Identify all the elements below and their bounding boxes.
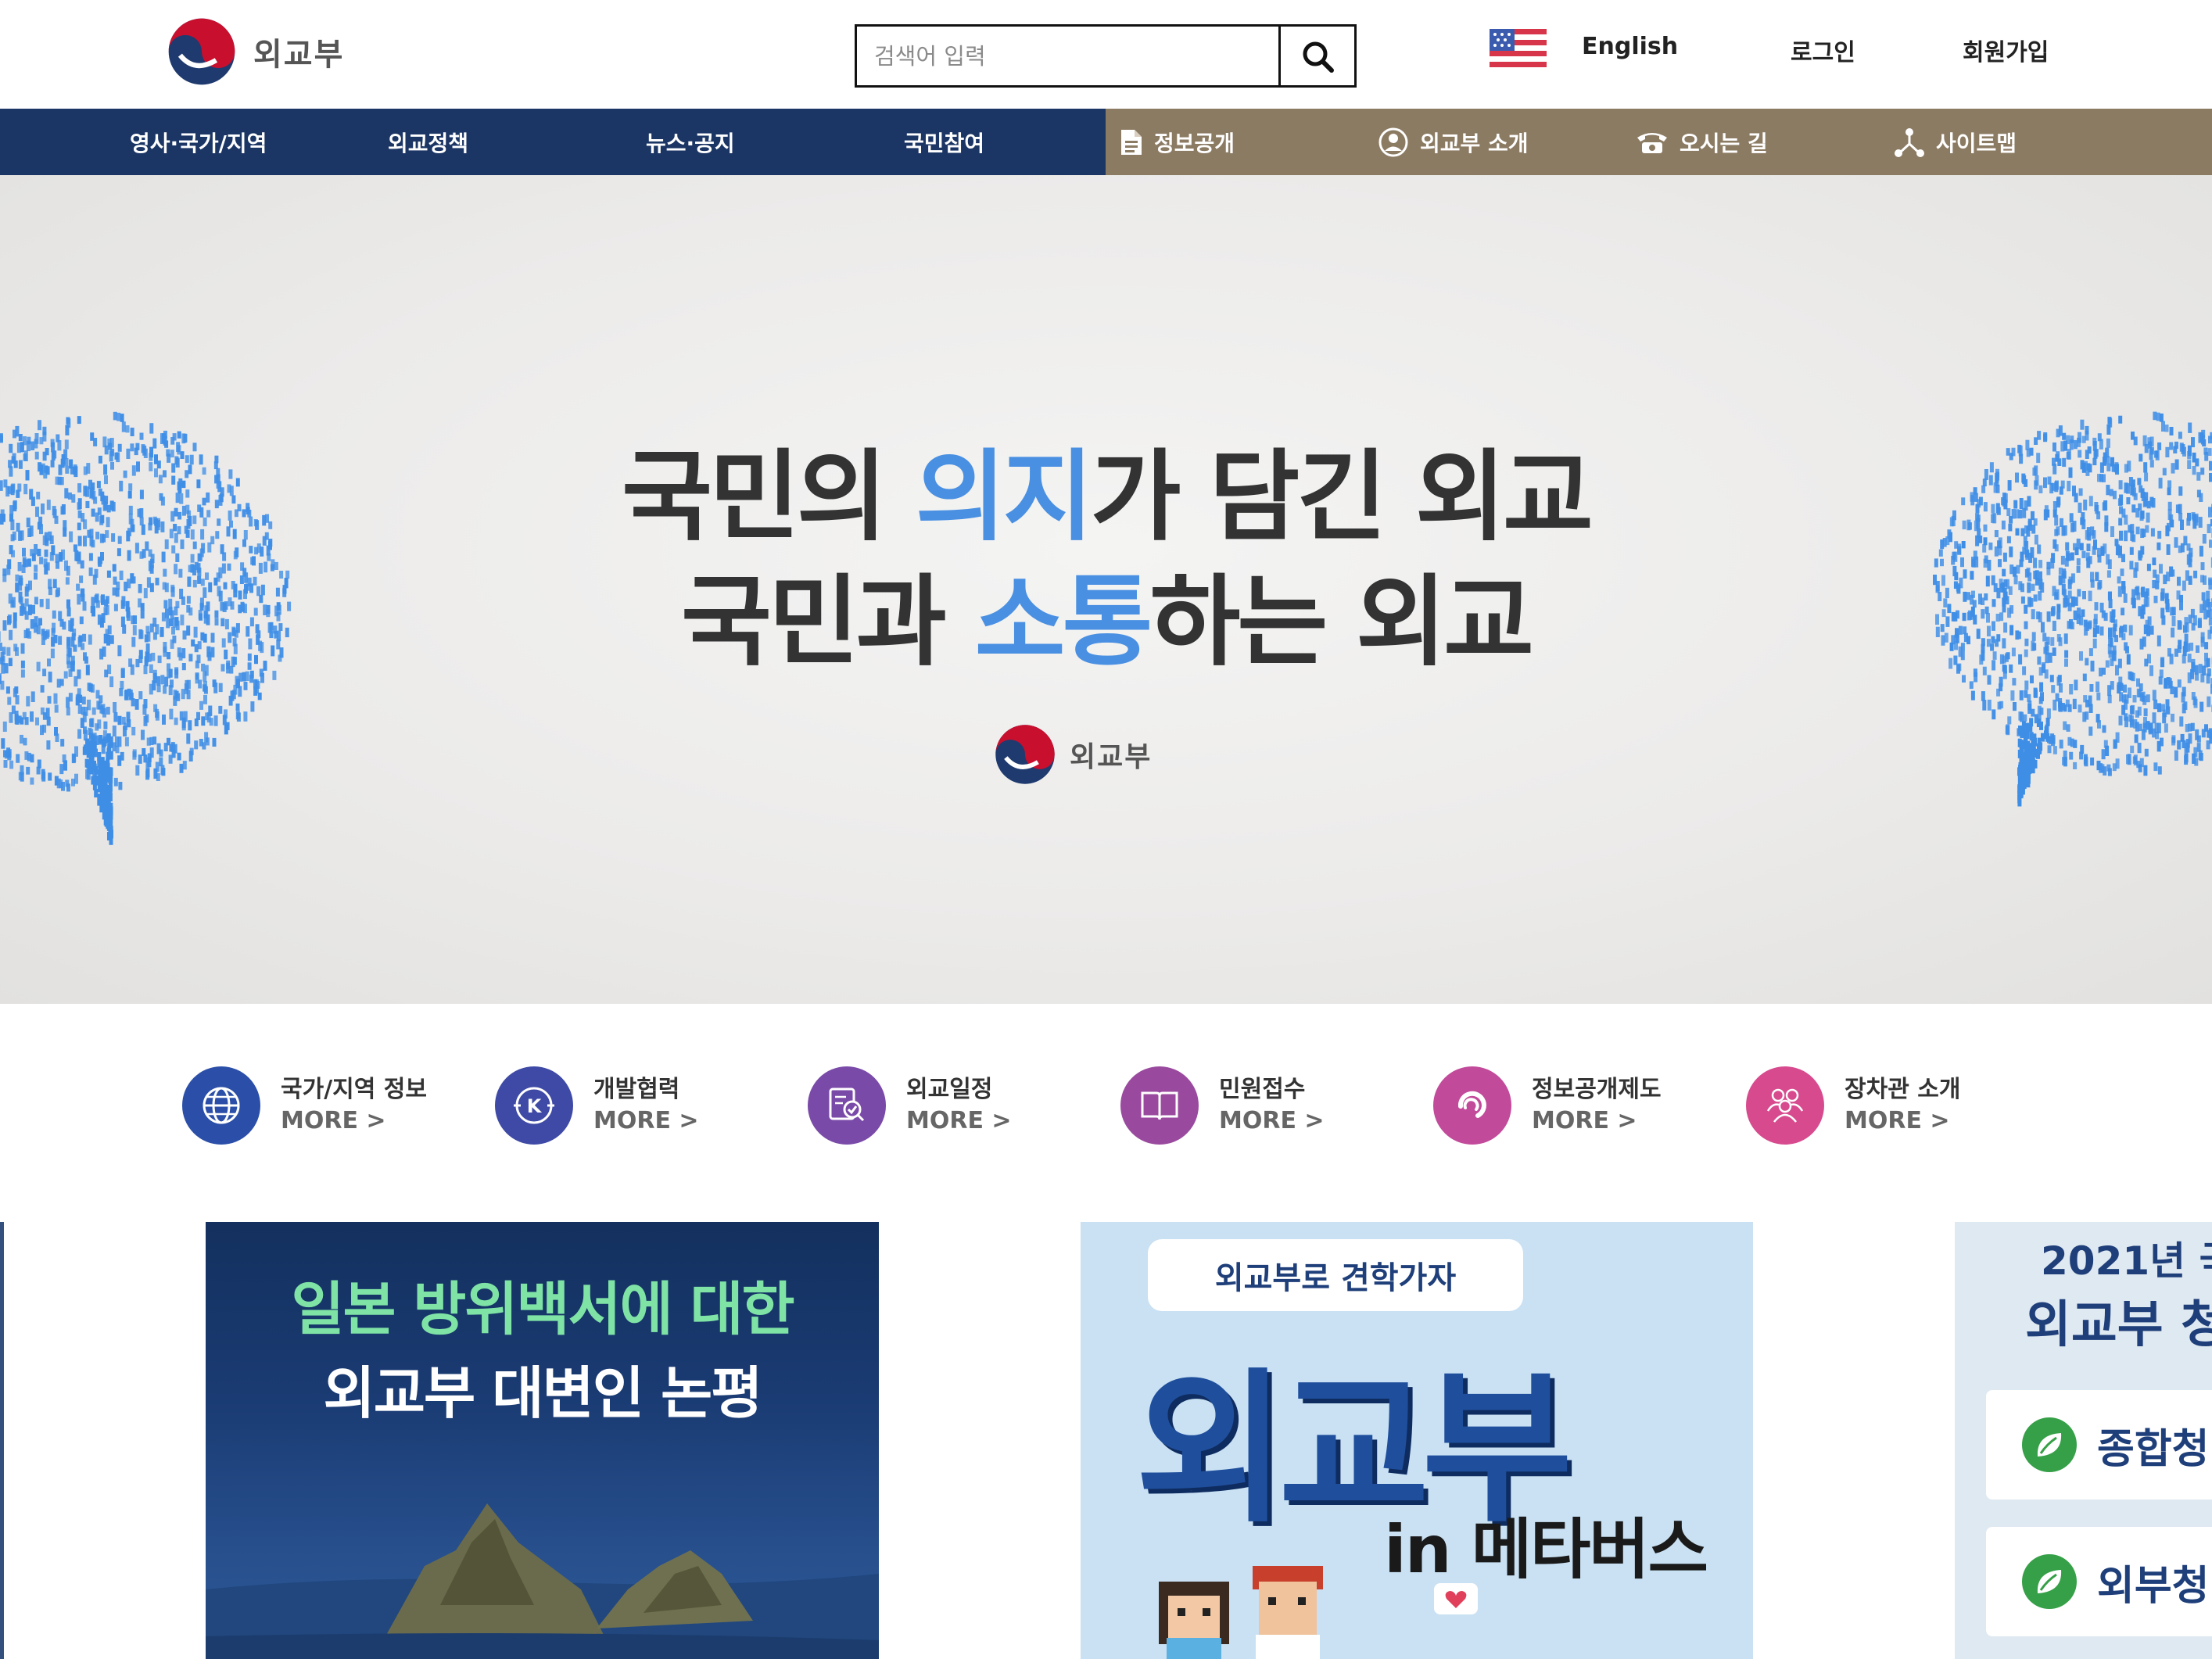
english-link[interactable]: English — [1582, 33, 1678, 60]
hero-banner[interactable]: 국민의 의지가 담긴 외교 국민과 소통하는 외교 외교부 — [0, 175, 2212, 1004]
site-logo[interactable]: 외교부 — [166, 16, 344, 88]
document-icon — [1121, 129, 1142, 155]
pixel-characters-illustration — [1159, 1566, 1323, 1659]
hero-highlight: 의지 — [915, 439, 1094, 554]
nav-item-label: 정보공개 — [1154, 130, 1235, 156]
k-coin-icon: K — [495, 1066, 573, 1145]
quick-link-title: 개발협력 — [593, 1076, 680, 1103]
site-header: 외교부 English 로그인 회원가입 — [0, 0, 2212, 109]
nav-item-participation[interactable]: 국민참여 — [904, 109, 984, 175]
hero-logo-text: 외교부 — [1070, 741, 1153, 773]
more-link[interactable]: MORE > — [1219, 1105, 1325, 1137]
banner-title: 2021년 국 — [2041, 1238, 2212, 1284]
banner-pill: 외교부로 견학가자 — [1148, 1239, 1523, 1311]
telephone-icon — [1637, 132, 1667, 153]
main-navigation: 영사·국가/지역 외교정책 뉴스·공지 국민참여 정보공개 외교부 소개 오시는… — [0, 109, 2212, 175]
banner-card: 외부청 — [1986, 1527, 2212, 1636]
island-photo-illustration — [206, 1503, 879, 1659]
quick-link-schedule[interactable]: 외교일정 MORE > — [808, 1066, 1105, 1145]
nav-main-menu: 영사·국가/지역 외교정책 뉴스·공지 국민참여 — [0, 109, 1106, 175]
more-link[interactable]: MORE > — [1845, 1105, 1960, 1137]
nav-item-label: 외교부 소개 — [1420, 130, 1529, 156]
more-link[interactable]: MORE > — [281, 1105, 427, 1137]
search-button[interactable] — [1278, 27, 1354, 85]
schedule-check-icon — [808, 1066, 886, 1145]
quick-link-info-disclosure[interactable]: 정보공개제도 MORE > — [1433, 1066, 1730, 1145]
quick-link-title: 정보공개제도 — [1532, 1076, 1662, 1103]
nav-item-directions[interactable]: 오시는 길 — [1636, 109, 1768, 175]
banner-title: 일본 방위백서에 대한 — [291, 1276, 794, 1343]
quick-link-ministers[interactable]: 장차관 소개 MORE > — [1746, 1066, 2043, 1145]
hero-headline-line-1: 국민의 의지가 담긴 외교 — [0, 417, 2212, 560]
leaf-icon — [2022, 1554, 2077, 1609]
info-swirl-icon — [1433, 1066, 1511, 1145]
banner-subtitle: in 메타버스 — [1384, 1511, 1708, 1588]
hero-text: 국민과 — [680, 564, 975, 679]
more-link[interactable]: MORE > — [593, 1105, 699, 1137]
more-link[interactable]: MORE > — [1532, 1105, 1662, 1137]
people-icon — [1746, 1066, 1824, 1145]
hero-text: 가 담긴 외교 — [1090, 439, 1594, 554]
nav-item-info-disclosure[interactable]: 정보공개 — [1120, 109, 1235, 175]
banner-card-text: 외부청 — [2097, 1562, 2210, 1610]
banner-subtitle: 외교부 대변인 논평 — [323, 1360, 762, 1426]
logo-text: 외교부 — [253, 37, 345, 73]
nav-item-sitemap[interactable]: 사이트맵 — [1894, 109, 2017, 175]
hero-logo: 외교부 — [993, 722, 1152, 787]
svg-text:K: K — [527, 1095, 543, 1117]
hero-highlight: 소통 — [974, 564, 1153, 679]
leaf-icon — [2022, 1417, 2077, 1472]
nav-item-policy[interactable]: 외교정책 — [388, 109, 468, 175]
book-icon — [1120, 1066, 1199, 1145]
hero-headline-line-2: 국민과 소통하는 외교 — [0, 543, 2212, 685]
hero-text: 국민의 — [622, 439, 916, 554]
quick-link-title: 국가/지역 정보 — [281, 1076, 428, 1103]
quick-link-development[interactable]: K 개발협력 MORE > — [495, 1066, 792, 1145]
banner-card-text: 종합청 — [2097, 1425, 2210, 1473]
taegeuk-emblem-icon — [995, 725, 1055, 784]
quick-link-civil-petition[interactable]: 민원접수 MORE > — [1120, 1066, 1418, 1145]
user-circle-icon — [1378, 127, 1408, 156]
quick-link-title: 외교일정 — [906, 1076, 993, 1103]
search-icon — [1303, 41, 1334, 73]
nav-utility-menu: 정보공개 외교부 소개 오시는 길 사이트맵 — [1106, 109, 2212, 175]
banner-2021-evaluation[interactable]: 2021년 국 외교부 청 종합청 외부청 — [1955, 1222, 2212, 1659]
banner-metaverse-tour[interactable]: 외교부로 견학가자 외교부 in 메타버스 — [1081, 1222, 1753, 1659]
hero-text: 하는 외교 — [1149, 564, 1534, 679]
nav-item-about[interactable]: 외교부 소개 — [1378, 109, 1529, 175]
taegeuk-emblem-icon — [168, 18, 235, 85]
quick-link-country-info[interactable]: 국가/지역 정보 MORE > — [182, 1066, 479, 1145]
quick-link-title: 민원접수 — [1219, 1076, 1306, 1103]
banner-card: 종합청 — [1986, 1390, 2212, 1500]
us-flag-icon — [1490, 29, 1547, 67]
banner-defense-whitepaper[interactable]: 일본 방위백서에 대한 외교부 대변인 논평 — [206, 1222, 879, 1659]
signup-link[interactable]: 회원가입 — [1963, 33, 2049, 67]
more-link[interactable]: MORE > — [906, 1105, 1012, 1137]
search-input[interactable] — [857, 27, 1278, 85]
nav-item-consular[interactable]: 영사·국가/지역 — [130, 109, 267, 175]
nav-item-news[interactable]: 뉴스·공지 — [646, 109, 735, 175]
quick-link-title: 장차관 소개 — [1845, 1076, 1961, 1103]
previous-banner-edge[interactable] — [0, 1222, 4, 1659]
sitemap-icon — [1895, 127, 1924, 157]
heart-bubble-icon — [1434, 1583, 1478, 1614]
nav-item-label: 오시는 길 — [1680, 130, 1768, 156]
login-link[interactable]: 로그인 — [1791, 33, 1855, 67]
globe-icon — [182, 1066, 260, 1145]
banner-subtitle: 외교부 청 — [2025, 1296, 2212, 1354]
search-bar — [855, 24, 1357, 88]
nav-item-label: 사이트맵 — [1936, 130, 2017, 156]
